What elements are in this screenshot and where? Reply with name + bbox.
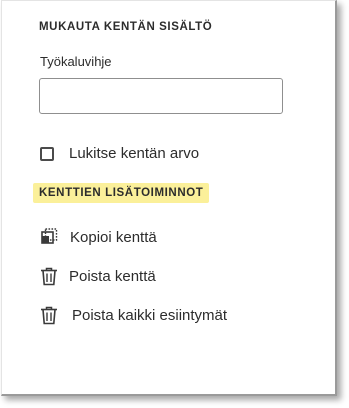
delete-all-instances-button[interactable]: Poista kaikki esiintymät: [38, 304, 227, 326]
trash-icon: [38, 304, 60, 326]
delete-field-label: Poista kenttä: [69, 267, 156, 285]
tooltip-label: Työkaluvihje: [40, 54, 112, 69]
lock-field-value-label: Lukitse kentän arvo: [69, 145, 200, 162]
delete-field-button[interactable]: Poista kenttä: [38, 265, 156, 287]
customize-field-content-heading: MUKAUTA KENTÄN SISÄLTÖ: [39, 21, 213, 33]
delete-all-instances-label: Poista kaikki esiintymät: [72, 306, 228, 324]
copy-field-label: Kopioi kenttä: [70, 228, 157, 246]
copy-field-button[interactable]: Kopioi kenttä: [38, 226, 157, 248]
tooltip-input[interactable]: [39, 78, 283, 114]
trash-icon: [38, 265, 60, 287]
lock-field-value-checkbox[interactable]: [40, 146, 54, 161]
field-properties-panel: MUKAUTA KENTÄN SISÄLTÖ Työkaluvihje Luki…: [1, 0, 337, 396]
more-field-actions-heading: KENTTIEN LISÄTOIMINNOT: [33, 183, 210, 203]
lock-field-value-checkbox-row[interactable]: Lukitse kentän arvo: [40, 145, 199, 162]
copy-field-icon: [38, 226, 60, 248]
